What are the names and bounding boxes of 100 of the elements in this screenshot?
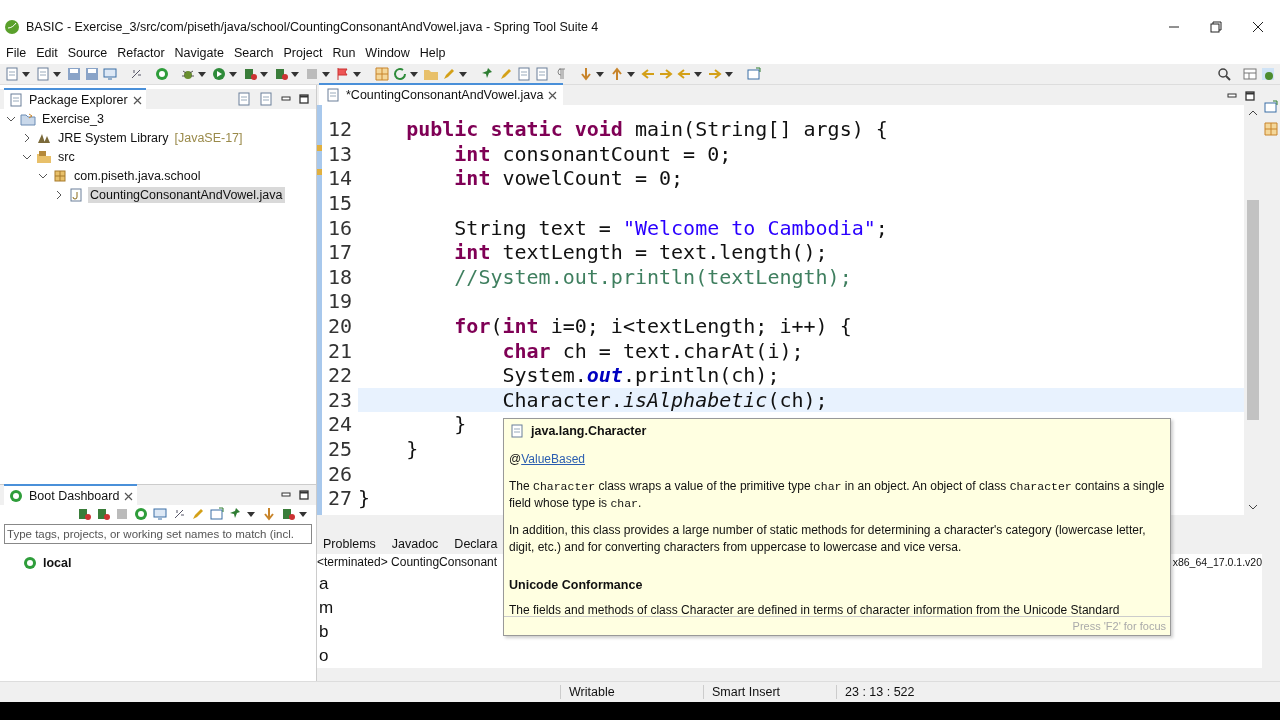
status-cursor-position: 23 : 13 : 522: [836, 685, 915, 699]
window-icon[interactable]: [1263, 99, 1279, 115]
filter-field[interactable]: Type tags, projects, or working set names to match (incl.: [4, 524, 312, 544]
line-number: 22: [326, 363, 352, 388]
hover-paragraph: In addition, this class provides a large number of static methods for determining a character's category (lowercase letter, digit, etc.) and for converting characters from uppercase to lowercase and vice versa.: [509, 522, 1147, 556]
line-number: 19: [326, 289, 352, 314]
line-number: 25: [326, 437, 352, 461]
save-icon[interactable]: [66, 66, 82, 82]
line-number: 26: [326, 461, 352, 486]
spring-icon[interactable]: [1260, 66, 1276, 82]
boot-dashboard-tab[interactable]: Boot Dashboard: [4, 484, 138, 506]
search-icon[interactable]: [1216, 66, 1232, 82]
run-circle-icon[interactable]: [133, 506, 149, 522]
scroll-up-icon[interactable]: [1248, 109, 1258, 117]
status-mode: Writable: [560, 685, 703, 699]
flag-icon[interactable]: [335, 66, 351, 82]
down-arrow-icon[interactable]: [261, 506, 277, 522]
refresh-icon[interactable]: [392, 66, 408, 82]
server-icon[interactable]: [76, 506, 92, 522]
window-icon[interactable]: [746, 66, 762, 82]
code-line: int textLength = text.length();: [453, 240, 828, 265]
code-line: char ch = text.charAt(i);: [501, 338, 804, 363]
menu-item[interactable]: Project: [278, 44, 328, 62]
console-output-line: b: [319, 621, 329, 643]
tree-item-decoration: [JavaSE-17]: [174, 130, 243, 145]
console-output-line: a: [319, 573, 329, 595]
code-line: }: [358, 486, 371, 511]
maximize-icon[interactable]: [1244, 90, 1256, 102]
code-line: String text = "Welcome to Cambodia";: [453, 215, 888, 240]
tree-item[interactable]: JRE System Library: [56, 129, 171, 146]
code-line: for(int i=0; i<textLength; i++) {: [453, 314, 852, 339]
dashboard-item[interactable]: local: [43, 556, 72, 570]
code-line: System.out.println(ch);: [501, 363, 780, 388]
code-line: Character.isAlphabetic(ch);: [501, 387, 828, 412]
view-tab[interactable]: Javadoc: [387, 534, 443, 554]
hover-footer: Press 'F2' for focus: [504, 616, 1170, 635]
hover-paragraph: The Character class wraps a value of the primitive type char in an object. An object of class Character contains a single field whose type is char.: [509, 478, 1165, 512]
doc-icon: [8, 92, 24, 108]
menu-item[interactable]: Navigate: [169, 44, 229, 62]
server-icon[interactable]: [280, 506, 296, 522]
line-number: 18: [326, 264, 352, 289]
process-label: <terminated> CountingConsonant: [317, 555, 498, 569]
menu-item[interactable]: Refactor: [112, 44, 170, 62]
horizontal-scrollbar[interactable]: [317, 668, 1262, 681]
line-number: 24: [326, 412, 352, 437]
menu-item[interactable]: File: [1, 44, 32, 62]
view-tab[interactable]: Declara: [450, 534, 502, 554]
play-icon[interactable]: [211, 66, 227, 82]
tree-item[interactable]: Exercise_3: [40, 110, 106, 127]
scroll-down-icon[interactable]: [1248, 503, 1258, 511]
run-circle-icon: [8, 488, 24, 504]
menu-item[interactable]: Window: [360, 44, 415, 62]
line-number: 14: [322, 166, 352, 191]
close-icon[interactable]: [548, 90, 558, 100]
chevron-right-icon[interactable]: [54, 189, 64, 200]
status-insert-mode: Smart Insert: [703, 685, 836, 699]
tree-item[interactable]: src: [56, 148, 77, 165]
menu-item[interactable]: Help: [414, 44, 451, 62]
menu-item[interactable]: Source: [62, 44, 113, 62]
view-tab[interactable]: Problems: [319, 534, 380, 554]
server-icon[interactable]: [242, 66, 258, 82]
save-all-icon[interactable]: [84, 66, 100, 82]
code-line: }: [453, 412, 467, 437]
process-path: x86_64_17.0.1.v20: [1172, 556, 1262, 568]
maximize-icon[interactable]: [298, 489, 310, 501]
close-icon[interactable]: [1252, 21, 1264, 33]
console-output-line: m: [319, 597, 334, 619]
tree-item[interactable]: CountingConsonantAndVowel.java: [88, 186, 285, 203]
line-number: 27: [326, 486, 352, 511]
maximize-icon[interactable]: [298, 93, 310, 105]
server-icon[interactable]: [273, 66, 289, 82]
editor-tab[interactable]: *CountingConsonantAndVowel.java: [319, 83, 564, 105]
code-line: }: [405, 437, 419, 461]
close-icon[interactable]: [132, 95, 142, 105]
line-number: 15: [326, 191, 352, 216]
java-file-icon: [68, 186, 84, 203]
menu-item[interactable]: Run: [327, 44, 361, 62]
hover-paragraph: The fields and methods of class Character are defined in terms of character information from the Unicode Standard: [509, 602, 1121, 616]
window-title: BASIC - Exercise_3/src/com/piseth/java/school/CountingConsonantAndVowel.java - Spring Tool Suite 4: [26, 20, 600, 34]
line-number: 21: [326, 338, 352, 363]
code-line: public static void main(String[] args) {: [405, 117, 888, 142]
menu-item[interactable]: Edit: [31, 44, 63, 62]
folder-icon: [36, 148, 52, 165]
annotation-text: @ValueBased: [509, 451, 586, 468]
hover-heading: Unicode Conformance: [509, 578, 644, 592]
server-icon[interactable]: [95, 506, 111, 522]
perspective-icon[interactable]: [1242, 66, 1258, 82]
line-number: 13: [322, 141, 352, 166]
annotation-link[interactable]: ValueBased: [521, 452, 585, 466]
window-icon[interactable]: [209, 506, 225, 522]
restore-icon[interactable]: [1210, 21, 1222, 33]
chevron-right-icon[interactable]: [22, 132, 32, 143]
menu-item[interactable]: Search: [228, 44, 279, 62]
package-explorer-tab[interactable]: Package Explorer: [4, 88, 146, 110]
line-number: 23: [326, 387, 352, 412]
close-icon[interactable]: [124, 491, 134, 501]
tree-item[interactable]: com.piseth.java.school: [72, 167, 203, 184]
run-circle-icon[interactable]: [154, 66, 170, 82]
line-number: 20: [326, 314, 352, 339]
hover-title: java.lang.Character: [531, 424, 647, 438]
